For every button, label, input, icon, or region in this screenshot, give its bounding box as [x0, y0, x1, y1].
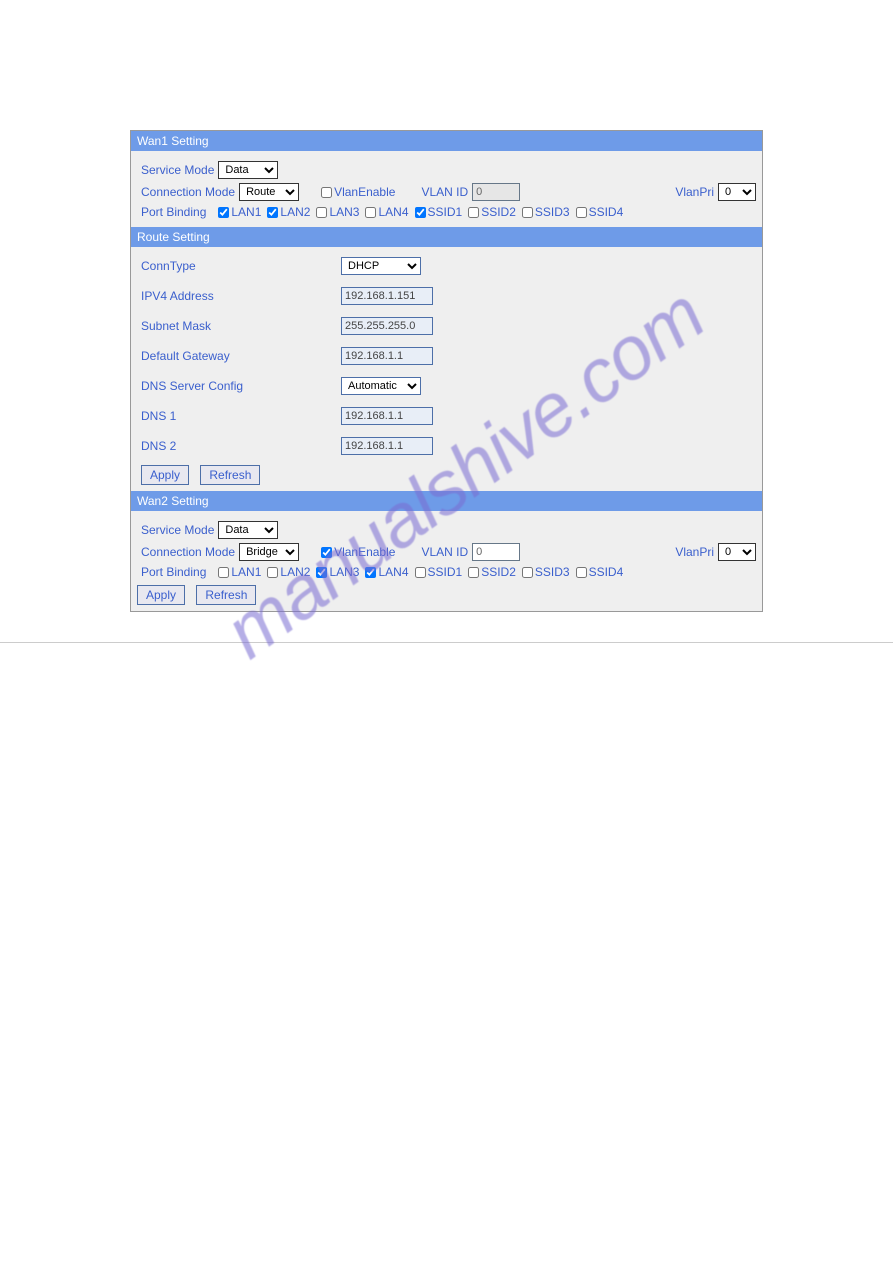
wan1-service-mode-label: Service Mode [141, 163, 214, 177]
wan1-header: Wan1 Setting [131, 131, 762, 151]
wan2-port-binding-label: Port Binding [141, 565, 206, 579]
wan1-port-ssid3-checkbox[interactable] [522, 207, 533, 218]
wan1-port-ssid2-label: SSID2 [481, 205, 516, 219]
wan2-port-lan4-label: LAN4 [378, 565, 408, 579]
wan1-port-binding-row: Port Binding LAN1 LAN2 LAN3 LAN4 SSID1 SSID2 S… [141, 203, 756, 221]
wan-settings-panel: Wan1 Setting Service Mode Data Connectio… [130, 130, 763, 612]
route-subnet-mask-input[interactable] [341, 317, 433, 335]
wan2-port-ssid2-label: SSID2 [481, 565, 516, 579]
route-dns-2-input[interactable] [341, 437, 433, 455]
wan1-port-lan4-checkbox[interactable] [365, 207, 376, 218]
wan1-port-lan3-checkbox[interactable] [316, 207, 327, 218]
route-header: Route Setting [131, 227, 762, 247]
route-subnet-mask-label: Subnet Mask [141, 319, 341, 333]
wan2-port-lan2-checkbox[interactable] [267, 567, 278, 578]
page-divider [0, 642, 893, 643]
wan1-port-ssid4-label: SSID4 [589, 205, 624, 219]
wan2-port-ssid3-checkbox[interactable] [522, 567, 533, 578]
wan1-port-binding-label: Port Binding [141, 205, 206, 219]
wan1-port-lan1-label: LAN1 [231, 205, 261, 219]
wan1-connection-mode-select[interactable]: Route [239, 183, 299, 201]
route-dns-1-label: DNS 1 [141, 409, 341, 423]
wan2-header: Wan2 Setting [131, 491, 762, 511]
wan2-port-ssid4-checkbox[interactable] [576, 567, 587, 578]
wan1-port-lan2-label: LAN2 [280, 205, 310, 219]
wan1-port-ssid1-label: SSID1 [428, 205, 463, 219]
route-ipv4-address-input[interactable] [341, 287, 433, 305]
route-apply-button[interactable]: Apply [141, 465, 189, 485]
route-dns-2-label: DNS 2 [141, 439, 341, 453]
wan1-port-ssid4-checkbox[interactable] [576, 207, 587, 218]
wan1-connection-mode-label: Connection Mode [141, 185, 235, 199]
wan2-refresh-button[interactable]: Refresh [196, 585, 256, 605]
wan1-port-ssid1-checkbox[interactable] [415, 207, 426, 218]
wan1-port-ssid3-label: SSID3 [535, 205, 570, 219]
route-default-gateway-input[interactable] [341, 347, 433, 365]
wan2-vlan-pri-select[interactable]: 0 [718, 543, 756, 561]
wan2-port-lan3-checkbox[interactable] [316, 567, 327, 578]
route-conntype-label: ConnType [141, 259, 341, 273]
route-body: ConnTypeDHCPIPV4 Address Subnet Mask Defau… [131, 247, 762, 491]
wan1-body: Service Mode Data Connection Mode Route … [131, 151, 762, 227]
wan2-apply-button[interactable]: Apply [137, 585, 185, 605]
wan1-port-lan2-checkbox[interactable] [267, 207, 278, 218]
wan2-port-ssid1-checkbox[interactable] [415, 567, 426, 578]
wan2-service-mode-select[interactable]: Data [218, 521, 278, 539]
route-default-gateway-label: Default Gateway [141, 349, 341, 363]
wan1-service-mode-select[interactable]: Data [218, 161, 278, 179]
wan2-port-ssid2-checkbox[interactable] [468, 567, 479, 578]
route-dns-server-config-label: DNS Server Config [141, 379, 341, 393]
wan2-port-ssid4-label: SSID4 [589, 565, 624, 579]
wan1-vlan-pri-label: VlanPri [675, 185, 714, 199]
route-dns-server-config-select[interactable]: Automatic [341, 377, 421, 395]
wan1-port-lan1-checkbox[interactable] [218, 207, 229, 218]
wan2-port-lan1-checkbox[interactable] [218, 567, 229, 578]
wan2-port-lan1-label: LAN1 [231, 565, 261, 579]
route-conntype-select[interactable]: DHCP [341, 257, 421, 275]
wan1-port-ssid2-checkbox[interactable] [468, 207, 479, 218]
wan2-body: Service Mode Data Connection Mode Bridge… [131, 511, 762, 611]
wan2-port-binding-row: Port Binding LAN1 LAN2 LAN3 LAN4 SSID1 SSID2 S… [141, 563, 756, 581]
wan2-vlan-id-input[interactable] [472, 543, 520, 561]
wan1-vlan-id-label: VLAN ID [421, 185, 468, 199]
wan1-vlan-pri-select[interactable]: 0 [718, 183, 756, 201]
wan1-vlan-enable-checkbox[interactable] [321, 187, 332, 198]
wan2-port-lan3-label: LAN3 [329, 565, 359, 579]
wan2-connection-mode-select[interactable]: Bridge [239, 543, 299, 561]
route-ipv4-address-label: IPV4 Address [141, 289, 341, 303]
wan1-vlan-enable-label: VlanEnable [334, 185, 395, 199]
wan1-vlan-id-input[interactable] [472, 183, 520, 201]
wan2-port-lan4-checkbox[interactable] [365, 567, 376, 578]
wan1-port-lan4-label: LAN4 [378, 205, 408, 219]
wan2-vlan-enable-label: VlanEnable [334, 545, 395, 559]
route-refresh-button[interactable]: Refresh [200, 465, 260, 485]
wan2-connection-mode-label: Connection Mode [141, 545, 235, 559]
wan2-port-lan2-label: LAN2 [280, 565, 310, 579]
wan2-port-ssid3-label: SSID3 [535, 565, 570, 579]
wan2-port-ssid1-label: SSID1 [428, 565, 463, 579]
wan1-port-lan3-label: LAN3 [329, 205, 359, 219]
wan2-service-mode-label: Service Mode [141, 523, 214, 537]
route-dns-1-input[interactable] [341, 407, 433, 425]
wan2-vlan-pri-label: VlanPri [675, 545, 714, 559]
wan2-vlan-enable-checkbox[interactable] [321, 547, 332, 558]
wan2-vlan-id-label: VLAN ID [421, 545, 468, 559]
